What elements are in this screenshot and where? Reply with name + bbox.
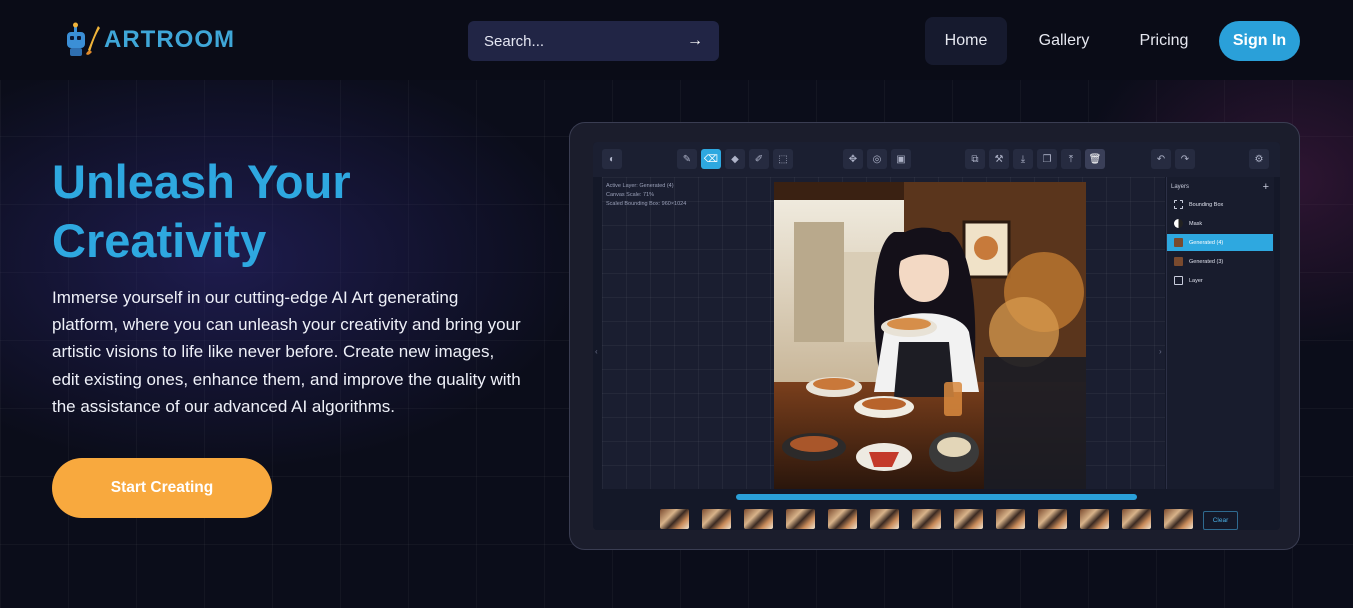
thumbnail[interactable] bbox=[954, 509, 983, 529]
layers-title: Layers bbox=[1171, 184, 1190, 190]
left-panel-handle-icon[interactable]: ‹ bbox=[595, 347, 599, 356]
theme-toggle-icon[interactable]: ◐ bbox=[602, 149, 622, 169]
upload-icon[interactable]: ⤒ bbox=[1061, 149, 1081, 169]
nav-pricing[interactable]: Pricing bbox=[1125, 17, 1203, 65]
undo-icon[interactable]: ↶ bbox=[1151, 149, 1171, 169]
layers-panel: Layers + Bounding Box Mask Generated (4)… bbox=[1166, 177, 1274, 489]
thumbnail-strip bbox=[660, 509, 1193, 529]
hero-title-line-1: Unleash Your bbox=[52, 155, 351, 208]
layer-label: Bounding Box bbox=[1189, 201, 1224, 208]
copy-icon[interactable]: ❐ bbox=[1037, 149, 1057, 169]
thumbnail[interactable] bbox=[660, 509, 689, 529]
thumbnail[interactable] bbox=[912, 509, 941, 529]
canvas-info-bbox: Scaled Bounding Box: 960×1024 bbox=[606, 201, 687, 207]
download-icon[interactable]: ⤓ bbox=[1013, 149, 1033, 169]
thumbnail[interactable] bbox=[1080, 509, 1109, 529]
canvas-info-layer: Active Layer: Generated (4) bbox=[606, 183, 674, 189]
layers-header: Layers + bbox=[1171, 181, 1269, 193]
layer-label: Layer bbox=[1189, 277, 1203, 284]
eraser-icon[interactable]: ⌫ bbox=[701, 149, 721, 169]
right-panel-handle-icon[interactable]: › bbox=[1159, 347, 1163, 356]
trash-icon[interactable]: 🗑 bbox=[1085, 149, 1105, 169]
layer-item[interactable]: Layer bbox=[1167, 272, 1273, 289]
nav-gallery[interactable]: Gallery bbox=[1024, 17, 1104, 65]
image-thumb-icon bbox=[1174, 257, 1183, 266]
header: ARTROOM → Home Gallery Pricing Sign In bbox=[0, 0, 1353, 80]
logo[interactable]: ARTROOM bbox=[62, 18, 235, 62]
sign-in-button[interactable]: Sign In bbox=[1219, 21, 1300, 61]
arrow-right-icon[interactable]: → bbox=[687, 32, 703, 50]
layer-label: Generated (3) bbox=[1189, 258, 1224, 265]
canvas-info: Active Layer: Generated (4) Canvas Scale… bbox=[606, 182, 686, 209]
image-icon bbox=[1174, 276, 1183, 285]
layer-item[interactable]: Mask bbox=[1167, 215, 1273, 232]
thumbnail[interactable] bbox=[1164, 509, 1193, 529]
target-icon[interactable]: ◎ bbox=[867, 149, 887, 169]
mask-icon bbox=[1174, 219, 1183, 228]
resize-icon[interactable]: ⧉ bbox=[965, 149, 985, 169]
image-thumb-icon bbox=[1174, 238, 1183, 247]
fill-icon[interactable]: ◆ bbox=[725, 149, 745, 169]
hero-description: Immerse yourself in our cutting-edge AI … bbox=[52, 288, 521, 416]
thumbnail[interactable] bbox=[828, 509, 857, 529]
bounding-box-icon bbox=[1174, 200, 1183, 209]
robot-brush-logo-icon bbox=[62, 20, 102, 60]
clear-button[interactable]: Clear bbox=[1203, 511, 1238, 530]
canvas-info-scale: Canvas Scale: 71% bbox=[606, 192, 654, 198]
layer-item[interactable]: Bounding Box bbox=[1167, 196, 1273, 213]
wrench-icon[interactable]: ⚒ bbox=[989, 149, 1009, 169]
layer-label: Generated (4) bbox=[1189, 239, 1224, 246]
thumbnail[interactable] bbox=[996, 509, 1025, 529]
start-creating-button[interactable]: Start Creating bbox=[52, 458, 272, 518]
thumbnail[interactable] bbox=[702, 509, 731, 529]
hero-title: Unleash Your Creativity bbox=[52, 152, 351, 270]
thumbnail[interactable] bbox=[870, 509, 899, 529]
settings-wrench-icon[interactable]: ⚙ bbox=[1249, 149, 1269, 169]
thumbnail[interactable] bbox=[786, 509, 815, 529]
thumbnail[interactable] bbox=[744, 509, 773, 529]
thumbnail[interactable] bbox=[1038, 509, 1067, 529]
generated-artwork-image bbox=[774, 182, 1086, 489]
app-preview-screen: ◐ ✎ ⌫ ◆ ✐ ⬚ ✥ ◎ ▣ ⧉ ⚒ ⤓ ❐ ⤒ 🗑 ↶ ↷ ⚙ Acti… bbox=[593, 142, 1280, 530]
redo-icon[interactable]: ↷ bbox=[1175, 149, 1195, 169]
editor-canvas[interactable]: Active Layer: Generated (4) Canvas Scale… bbox=[602, 177, 1165, 489]
app-preview-frame: ◐ ✎ ⌫ ◆ ✐ ⬚ ✥ ◎ ▣ ⧉ ⚒ ⤓ ❐ ⤒ 🗑 ↶ ↷ ⚙ Acti… bbox=[569, 122, 1300, 550]
thumbnail[interactable] bbox=[1122, 509, 1151, 529]
crop-icon[interactable]: ▣ bbox=[891, 149, 911, 169]
move-icon[interactable]: ✥ bbox=[843, 149, 863, 169]
search-bar: → bbox=[468, 21, 719, 61]
search-input[interactable] bbox=[484, 32, 687, 50]
nav-home[interactable]: Home bbox=[925, 17, 1007, 65]
layer-label: Mask bbox=[1189, 220, 1203, 227]
brush-icon[interactable]: ✎ bbox=[677, 149, 697, 169]
generation-progress-bar bbox=[736, 494, 1137, 500]
editor-toolbar: ◐ ✎ ⌫ ◆ ✐ ⬚ ✥ ◎ ▣ ⧉ ⚒ ⤓ ❐ ⤒ 🗑 ↶ ↷ ⚙ bbox=[593, 142, 1280, 177]
pen-icon[interactable]: ✐ bbox=[749, 149, 769, 169]
layer-item[interactable]: Generated (3) bbox=[1167, 253, 1273, 270]
layer-item-active[interactable]: Generated (4) bbox=[1167, 234, 1273, 251]
selection-icon[interactable]: ⬚ bbox=[773, 149, 793, 169]
brand-name: ARTROOM bbox=[104, 26, 235, 53]
hero-title-line-2: Creativity bbox=[52, 214, 267, 267]
add-layer-icon[interactable]: + bbox=[1263, 181, 1269, 193]
